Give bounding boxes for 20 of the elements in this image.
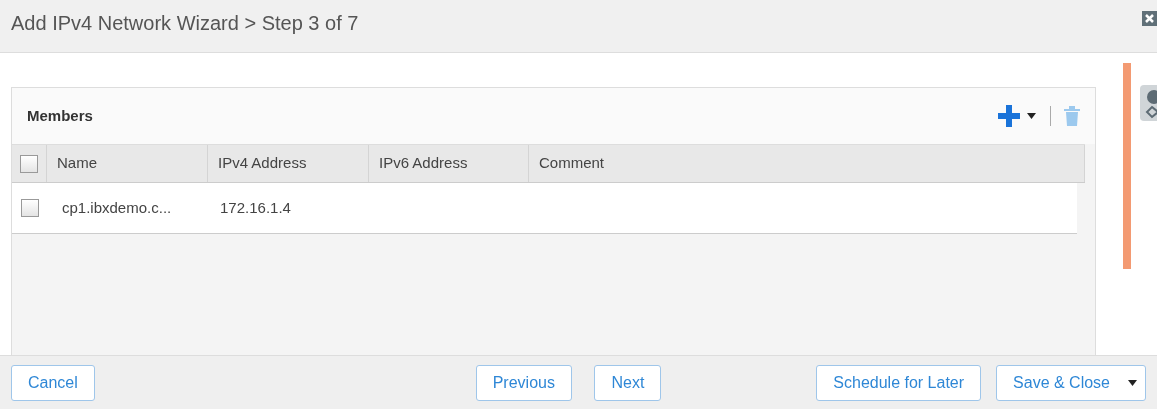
- window-title: Add IPv4 Network Wizard > Step 3 of 7: [11, 11, 359, 36]
- column-header[interactable]: IPv4 Address: [208, 145, 369, 182]
- caret-icon[interactable]: [1027, 113, 1036, 119]
- column-header[interactable]: Comment: [529, 145, 1085, 182]
- table-cell-text: 172.16.1.4: [220, 197, 291, 218]
- checkbox[interactable]: [20, 154, 38, 173]
- column-header[interactable]: Name: [47, 145, 208, 182]
- footer-button[interactable]: Next: [594, 364, 662, 401]
- footer-button[interactable]: Cancel: [11, 364, 95, 401]
- footer-button[interactable]: Schedule for Later: [816, 364, 982, 401]
- add-icon[interactable]: [997, 105, 1020, 127]
- split-button[interactable]: Save & Close: [996, 364, 1146, 401]
- panel-title: Members: [27, 105, 93, 126]
- help-tab-icon[interactable]: [1140, 85, 1157, 121]
- close-icon[interactable]: [1142, 11, 1157, 26]
- column-header[interactable]: IPv6 Address: [369, 145, 529, 182]
- footer-button[interactable]: Previous: [475, 364, 572, 401]
- caret-icon[interactable]: [1128, 379, 1137, 386]
- table-cell-text: cp1.ibxdemo.c...: [62, 197, 172, 218]
- checkbox[interactable]: [20, 199, 39, 217]
